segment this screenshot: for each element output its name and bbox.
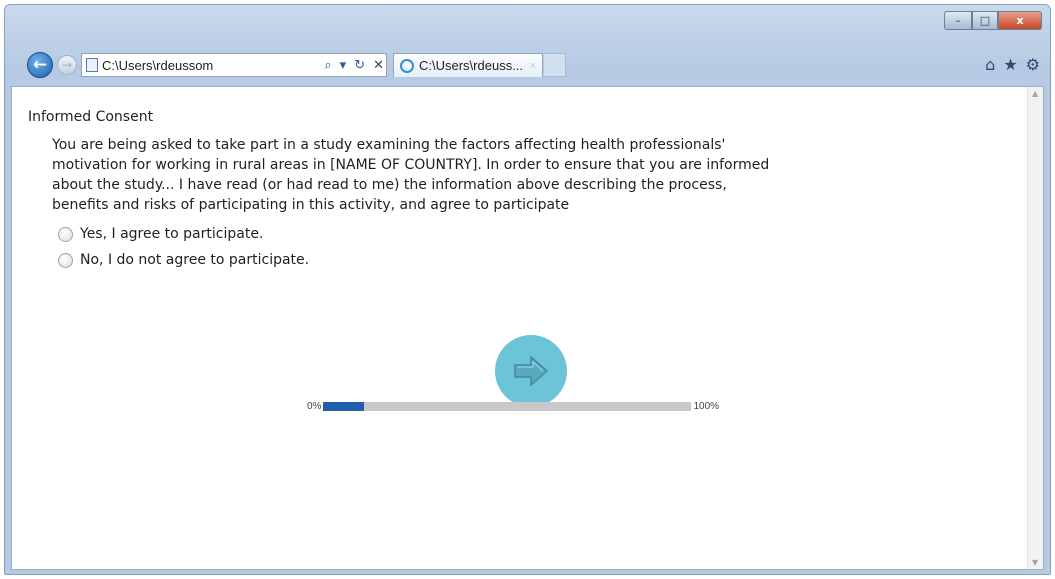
option-yes-label: Yes, I agree to participate.: [80, 226, 264, 242]
progress-bar: 0% 100%: [307, 401, 719, 412]
new-tab-button[interactable]: [544, 53, 566, 77]
question-text-line: motivation for working in rural areas in…: [52, 157, 770, 173]
browser-window: – □ x ← → C:\Users\rdeussom ⌕ ▾ ↻ ✕ C:\U…: [4, 4, 1051, 575]
option-yes[interactable]: Yes, I agree to participate.: [58, 221, 1018, 247]
progress-start-label: 0%: [307, 401, 322, 412]
radio-yes[interactable]: [58, 226, 73, 242]
address-bar[interactable]: C:\Users\rdeussom ⌕ ▾ ↻ ✕: [81, 53, 387, 77]
page-icon: [86, 58, 98, 72]
maximize-button[interactable]: □: [972, 11, 998, 30]
window-controls: – □ x: [944, 11, 1042, 30]
question-text: You are being asked to take part in a st…: [52, 135, 1018, 215]
survey-question: Informed Consent You are being asked to …: [28, 109, 1018, 273]
scroll-up-icon[interactable]: ▲: [1032, 89, 1038, 98]
star-icon[interactable]: ★: [1003, 55, 1017, 74]
progress-track: [323, 402, 692, 411]
vertical-scrollbar[interactable]: ▲ ▼: [1027, 87, 1043, 569]
tab-close-icon[interactable]: ×: [530, 60, 542, 72]
radio-no[interactable]: [58, 252, 73, 268]
browser-tab[interactable]: C:\Users\rdeuss... ×: [393, 53, 543, 77]
back-arrow-icon: ←: [32, 55, 48, 75]
stop-icon[interactable]: ✕: [371, 58, 386, 73]
ie-icon: [400, 58, 414, 73]
arrow-right-icon: [514, 355, 549, 387]
question-text-line: benefits and risks of participating in t…: [52, 197, 570, 213]
forward-button[interactable]: →: [57, 55, 77, 75]
option-no[interactable]: No, I do not agree to participate.: [58, 247, 1018, 273]
tab-title: C:\Users\rdeuss...: [419, 58, 524, 73]
navigation-bar: ← → C:\Users\rdeussom ⌕ ▾ ↻ ✕ C:\Users\r…: [11, 49, 1044, 81]
home-icon[interactable]: ⌂: [985, 55, 995, 74]
minimize-button[interactable]: –: [944, 11, 972, 30]
browser-toolbar-right: ⌂ ★ ⚙: [985, 55, 1040, 74]
progress-end-label: 100%: [693, 401, 720, 412]
close-window-button[interactable]: x: [998, 11, 1042, 30]
scroll-down-icon[interactable]: ▼: [1032, 558, 1038, 567]
back-button[interactable]: ←: [27, 52, 53, 78]
answer-options: Yes, I agree to participate. No, I do no…: [58, 221, 1018, 273]
search-icon[interactable]: ⌕: [322, 58, 333, 73]
refresh-icon[interactable]: ↻: [352, 58, 367, 73]
address-url[interactable]: C:\Users\rdeussom: [102, 58, 318, 73]
option-no-label: No, I do not agree to participate.: [80, 252, 310, 268]
dropdown-icon[interactable]: ▾: [338, 58, 349, 73]
page-content: ▲ ▼ Informed Consent You are being asked…: [11, 86, 1044, 570]
forward-arrow-icon: →: [61, 58, 73, 72]
question-text-line: about the study... I have read (or had r…: [52, 177, 727, 193]
question-title: Informed Consent: [28, 109, 154, 125]
next-button[interactable]: [495, 335, 567, 407]
question-text-line: You are being asked to take part in a st…: [52, 137, 726, 153]
gear-icon[interactable]: ⚙: [1026, 55, 1040, 74]
progress-fill: [323, 402, 364, 411]
